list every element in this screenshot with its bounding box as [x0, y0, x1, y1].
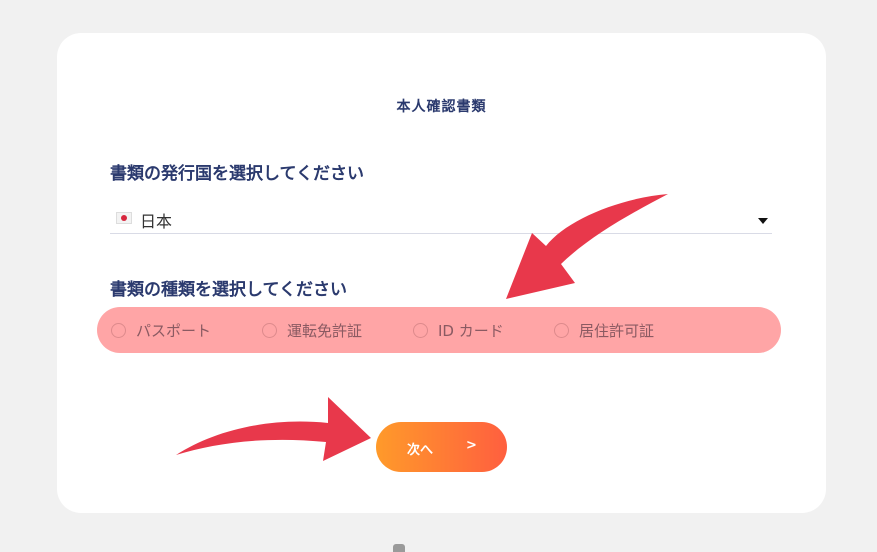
- radio-unchecked-icon[interactable]: [262, 322, 277, 338]
- doctype-option-id-card[interactable]: ID カード: [413, 307, 504, 353]
- doctype-option-label: パスポート: [136, 321, 212, 340]
- japan-flag-icon: [116, 212, 132, 224]
- next-button[interactable]: 次へ >: [376, 422, 507, 472]
- radio-unchecked-icon[interactable]: [413, 322, 428, 338]
- bottom-icon-fragment: [393, 544, 405, 552]
- doctype-section-label: 書類の種類を選択してください: [110, 280, 347, 300]
- doctype-option-residence-permit[interactable]: 居住許可証: [554, 307, 654, 353]
- doctype-option-drivers-license[interactable]: 運転免許証: [262, 307, 362, 353]
- radio-unchecked-icon[interactable]: [554, 322, 569, 338]
- country-select[interactable]: 日本: [110, 205, 772, 234]
- doctype-option-label: 運転免許証: [287, 321, 363, 340]
- radio-unchecked-icon[interactable]: [111, 322, 126, 338]
- country-select-value: 日本: [140, 212, 173, 231]
- doctype-option-label: ID カード: [438, 321, 504, 340]
- doctype-option-passport[interactable]: パスポート: [111, 307, 211, 353]
- chevron-right-icon: >: [466, 438, 477, 453]
- next-button-label: 次へ: [407, 443, 434, 458]
- document-type-options: パスポート 運転免許証 ID カード 居住許可証: [97, 307, 781, 353]
- doctype-option-label: 居住許可証: [579, 321, 655, 340]
- caret-down-icon[interactable]: [758, 218, 768, 224]
- identity-document-card: 本人確認書類 書類の発行国を選択してください 日本 書類の種類を選択してください…: [57, 33, 826, 513]
- page-title: 本人確認書類: [396, 99, 487, 115]
- country-section-label: 書類の発行国を選択してください: [110, 164, 364, 184]
